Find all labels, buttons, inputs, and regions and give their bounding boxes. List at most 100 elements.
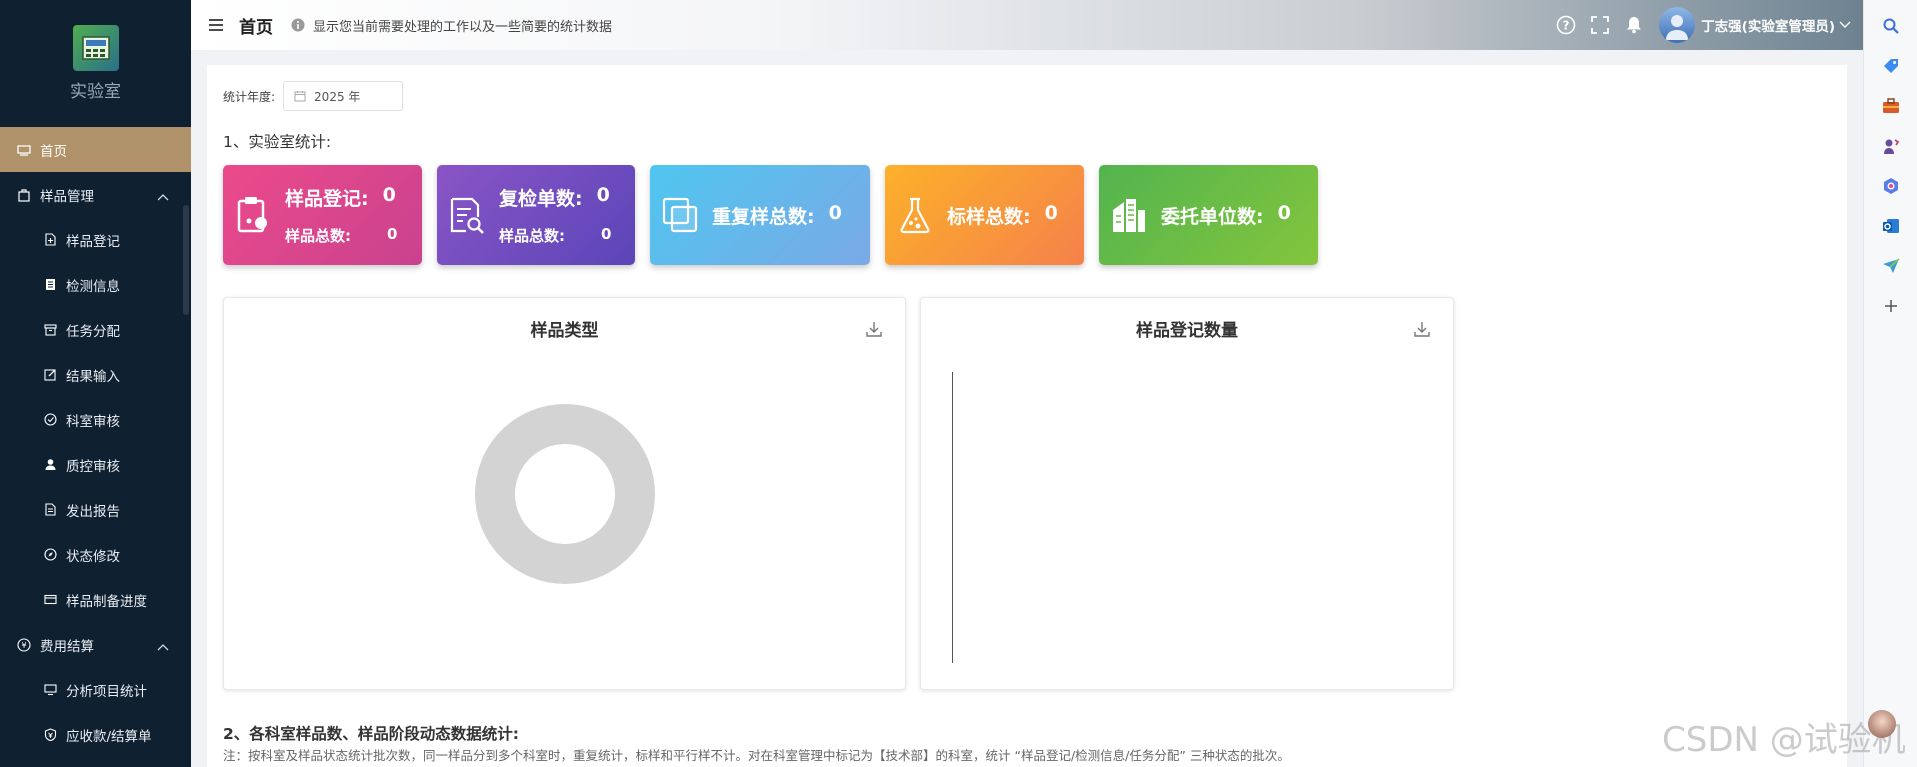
home-icon	[16, 142, 32, 158]
sidebar-item-label: 样品管理	[40, 188, 94, 205]
year-picker[interactable]: 2025 年	[283, 81, 404, 111]
sidebar-item-label: 首页	[40, 143, 67, 160]
stat-cards: 样品登记: 0 样品总数: 0 复检单数: 0 样品总数: 0 重复样总数: 0	[223, 165, 1333, 265]
stat-card-standard-samples[interactable]: 标样总数: 0	[885, 165, 1084, 265]
right-toolbar	[1863, 0, 1917, 767]
sidebar-item-label: 任务分配	[66, 323, 120, 340]
year-label: 统计年度:	[223, 89, 276, 104]
sidebar-item-fee-settlement[interactable]: ¥ 费用结算	[0, 622, 191, 667]
user-avatar[interactable]	[1659, 7, 1696, 43]
chevron-down-icon[interactable]	[1839, 17, 1851, 33]
download-icon[interactable]	[1413, 320, 1431, 338]
page-title: 首页	[239, 17, 273, 38]
outlook-icon[interactable]	[1880, 215, 1902, 237]
stat-value: 0	[596, 184, 610, 206]
file-add-icon	[42, 232, 58, 248]
sidebar-item-dept-review[interactable]: 科室审核	[0, 397, 191, 442]
stat-label: 样品登记:	[285, 188, 369, 210]
sidebar-item-label: 结果输入	[66, 368, 120, 385]
donut-ring	[475, 404, 655, 584]
chess-icon[interactable]	[1880, 135, 1902, 157]
chevron-up-icon	[157, 189, 169, 205]
clipboard-icon	[231, 193, 275, 237]
download-icon[interactable]	[865, 320, 883, 338]
stats-note: 注：按科室及样品状态统计批次数，同一样品分到多个科室时，重复统计，标样和平行样不…	[223, 748, 1290, 763]
user-name[interactable]: 丁志强(实验室管理员)	[1701, 15, 1835, 35]
sidebar-scrollbar[interactable]	[183, 205, 189, 315]
sidebar-item-label: 质控审核	[66, 458, 120, 475]
info-icon	[291, 18, 305, 32]
stat-card-recheck[interactable]: 复检单数: 0 样品总数: 0	[437, 165, 635, 265]
section-title-lab-stats: 1、实验室统计:	[223, 133, 332, 151]
sidebar-item-label: 检测信息	[66, 278, 120, 295]
sidebar-item-sample-prep-progress[interactable]: 样品制备进度	[0, 577, 191, 622]
sidebar-item-home[interactable]: 首页	[0, 127, 191, 172]
sample-type-panel: 样品类型	[223, 297, 906, 690]
sidebar-item-label: 状态修改	[66, 548, 120, 565]
floating-avatar[interactable]	[1868, 710, 1896, 738]
menu-toggle-icon[interactable]	[209, 17, 225, 33]
lab-logo-icon	[72, 25, 119, 71]
page-description: 显示您当前需要处理的工作以及一些简要的统计数据	[313, 19, 613, 35]
sidebar: 实验室 首页 样品管理 样品登记 检测信息 任务分配 结果输入 科室审核 质控审…	[0, 0, 191, 767]
main-content: 统计年度: 2025 年 1、实验室统计: 样品登记: 0 样品总数: 0 复检单数…	[207, 65, 1847, 767]
sidebar-item-result-input[interactable]: 结果输入	[0, 352, 191, 397]
sidebar-item-send-report[interactable]: 发出报告	[0, 487, 191, 532]
stat-card-sample-register[interactable]: 样品登记: 0 样品总数: 0	[223, 165, 422, 265]
year-value: 2025 年	[314, 89, 361, 104]
add-icon[interactable]	[1880, 295, 1902, 317]
stat-label: 标样总数:	[947, 205, 1031, 228]
sidebar-item-label: 发出报告	[66, 503, 120, 520]
search-icon[interactable]	[1880, 15, 1902, 37]
bell-icon[interactable]	[1623, 14, 1645, 36]
stat-card-client-units[interactable]: 委托单位数: 0	[1099, 165, 1318, 265]
help-icon[interactable]: ?	[1555, 14, 1577, 36]
shield-yen-icon	[42, 727, 58, 743]
building-icon	[1107, 193, 1151, 237]
svg-text:?: ?	[1563, 19, 1570, 33]
sidebar-item-label: 样品制备进度	[66, 593, 147, 610]
document-search-icon	[445, 193, 489, 237]
fullscreen-icon[interactable]	[1589, 14, 1611, 36]
box-icon	[42, 322, 58, 338]
stat-label: 委托单位数:	[1161, 205, 1264, 228]
send-icon[interactable]	[1880, 255, 1902, 277]
stat-sub-value: 0	[601, 225, 612, 243]
stat-label: 复检单数:	[499, 188, 583, 210]
header-actions: ? 丁志强(实验室管理员)	[1543, 0, 1851, 50]
stat-value: 0	[382, 184, 396, 206]
logo[interactable]: 实验室	[0, 0, 191, 127]
sidebar-item-receivables[interactable]: 应收款/结算单	[0, 712, 191, 757]
sidebar-item-label: 样品登记	[66, 233, 120, 250]
sidebar-item-task-assign[interactable]: 任务分配	[0, 307, 191, 352]
sidebar-item-sample-management[interactable]: 样品管理	[0, 172, 191, 217]
tag-icon[interactable]	[1880, 55, 1902, 77]
sidebar-menu: 首页 样品管理 样品登记 检测信息 任务分配 结果输入 科室审核 质控审核 发出…	[0, 127, 191, 757]
sample-count-panel: 样品登记数量	[920, 297, 1454, 690]
calendar-icon	[294, 90, 306, 102]
sidebar-item-test-info[interactable]: 检测信息	[0, 262, 191, 307]
user-icon	[42, 457, 58, 473]
chart-y-axis	[952, 372, 953, 663]
card-icon	[42, 592, 58, 608]
edit-icon	[42, 367, 58, 383]
stat-card-repeat-samples[interactable]: 重复样总数: 0	[650, 165, 870, 265]
sidebar-item-label: 费用结算	[40, 638, 94, 655]
year-filter: 统计年度: 2025 年	[223, 81, 404, 111]
check-circle-icon	[42, 412, 58, 428]
sidebar-item-sample-register[interactable]: 样品登记	[0, 217, 191, 262]
stat-label: 重复样总数:	[712, 205, 815, 228]
flask-icon	[893, 193, 937, 237]
bag-icon	[16, 187, 32, 203]
compass-icon	[42, 547, 58, 563]
copilot-icon[interactable]	[1880, 175, 1902, 197]
logo-text: 实验室	[70, 82, 121, 102]
sidebar-item-analysis-stats[interactable]: 分析项目统计	[0, 667, 191, 712]
sidebar-item-status-edit[interactable]: 状态修改	[0, 532, 191, 577]
chevron-up-icon	[157, 639, 169, 655]
stat-sub-label: 样品总数:	[499, 227, 565, 245]
document-icon	[42, 502, 58, 518]
stat-value: 0	[1044, 201, 1058, 224]
sidebar-item-qc-review[interactable]: 质控审核	[0, 442, 191, 487]
toolbox-icon[interactable]	[1880, 95, 1902, 117]
